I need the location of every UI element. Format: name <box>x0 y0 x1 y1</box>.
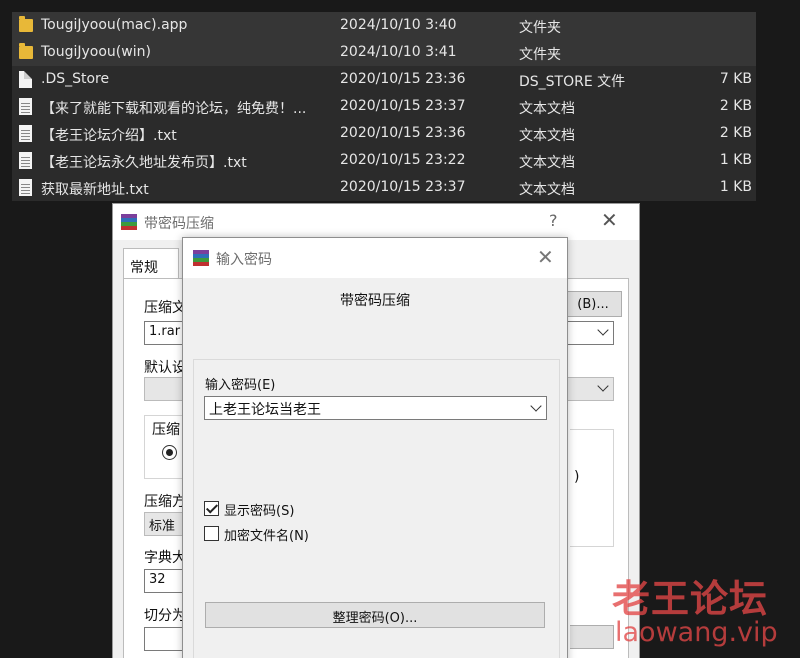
method-value: 标准 <box>149 519 176 534</box>
desktop-stage: TougiJyoou(mac).app 2024/10/10 3:40 文件夹 … <box>0 0 800 658</box>
winrar-icon <box>121 214 137 230</box>
help-button[interactable]: ? <box>549 211 558 230</box>
file-name: 【来了就能下载和观看的论坛，纯免费！... <box>41 101 307 117</box>
file-date: 2020/10/15 23:22 <box>340 152 466 168</box>
winrar-icon <box>193 250 209 266</box>
file-size: 7 KB <box>719 71 752 87</box>
enter-password-dialog: 输入密码 ✕ 带密码压缩 输入密码(E) 上老王论坛当老王 显示密码(S) 加密… <box>182 237 568 658</box>
file-row[interactable]: .DS_Store 2020/10/15 23:36 DS_STORE 文件 7… <box>12 66 756 93</box>
split-label: 切分为 <box>144 608 186 624</box>
file-date: 2024/10/10 3:40 <box>340 17 457 33</box>
file-date: 2020/10/15 23:36 <box>340 71 466 87</box>
file-date: 2024/10/10 3:41 <box>340 44 457 60</box>
show-password-label: 显示密码(S) <box>224 504 295 519</box>
file-type: 文件夹 <box>519 20 561 36</box>
file-row[interactable]: 【来了就能下载和观看的论坛，纯免费！... 2020/10/15 23:37 文… <box>12 93 756 120</box>
file-size: 1 KB <box>719 179 752 195</box>
archive-name-value: 1.rar <box>149 324 181 339</box>
file-name: 【老王论坛永久地址发布页】.txt <box>41 155 247 171</box>
password-dialog-title: 输入密码 <box>216 252 272 268</box>
file-row[interactable]: 【老王论坛介绍】.txt 2020/10/15 23:36 文本文档 2 KB <box>12 120 756 147</box>
radio-dot-icon <box>166 449 173 456</box>
file-row[interactable]: 获取最新地址.txt 2020/10/15 23:37 文本文档 1 KB <box>12 174 756 201</box>
chevron-down-icon <box>530 400 542 412</box>
file-date: 2020/10/15 23:37 <box>340 179 466 195</box>
watermark-url: laowang.vip <box>615 617 778 648</box>
format-rar-radio[interactable] <box>162 445 177 460</box>
password-label: 输入密码(E) <box>205 378 276 393</box>
archive-name-label: 压缩文 <box>144 300 186 316</box>
text-file-icon <box>19 152 32 169</box>
folder-icon <box>19 43 33 59</box>
default-settings-label: 默认设 <box>144 360 186 376</box>
format-group-label: 压缩 <box>152 419 180 439</box>
text-file-icon <box>19 125 32 142</box>
file-type: DS_STORE 文件 <box>519 74 626 90</box>
chevron-down-icon <box>597 380 609 392</box>
file-size: 1 KB <box>719 152 752 168</box>
file-name: TougiJyoou(mac).app <box>41 17 188 33</box>
password-dialog-heading: 带密码压缩 <box>340 293 410 309</box>
file-name: 【老王论坛介绍】.txt <box>41 128 177 144</box>
file-row[interactable]: TougiJyoou(mac).app 2024/10/10 3:40 文件夹 <box>12 12 756 39</box>
options-fragment-text: ) <box>574 469 580 485</box>
file-name: .DS_Store <box>41 71 110 87</box>
file-type: 文本文档 <box>519 182 575 198</box>
browse-button[interactable]: (B)... <box>564 291 622 317</box>
password-dialog-titlebar[interactable]: 输入密码 ✕ <box>183 238 567 278</box>
dialog-button-fragment[interactable] <box>570 625 614 649</box>
file-name: 获取最新地址.txt <box>41 182 149 198</box>
dictionary-label: 字典大 <box>144 550 186 566</box>
chevron-down-icon <box>597 324 609 336</box>
close-button[interactable]: ✕ <box>601 208 618 232</box>
file-date: 2020/10/15 23:37 <box>340 98 466 114</box>
close-button[interactable]: ✕ <box>537 245 554 269</box>
file-type: 文本文档 <box>519 155 575 171</box>
file-list: TougiJyoou(mac).app 2024/10/10 3:40 文件夹 … <box>12 12 756 201</box>
file-type: 文本文档 <box>519 101 575 117</box>
file-type: 文件夹 <box>519 47 561 63</box>
checkbox-checked-icon <box>204 501 219 516</box>
file-row[interactable]: TougiJyoou(win) 2024/10/10 3:41 文件夹 <box>12 39 756 66</box>
archive-dialog-titlebar[interactable]: 带密码压缩 ? ✕ <box>113 204 639 240</box>
encrypt-filenames-label: 加密文件名(N) <box>224 529 309 544</box>
method-label: 压缩方 <box>144 494 186 510</box>
file-icon <box>19 71 32 88</box>
file-size: 2 KB <box>719 98 752 114</box>
options-groupbox <box>570 429 614 547</box>
text-file-icon <box>19 98 32 115</box>
password-value: 上老王论坛当老王 <box>209 402 321 418</box>
password-input[interactable]: 上老王论坛当老王 <box>204 396 547 420</box>
file-row[interactable]: 【老王论坛永久地址发布页】.txt 2020/10/15 23:22 文本文档 … <box>12 147 756 174</box>
archive-dialog-title: 带密码压缩 <box>144 216 214 232</box>
folder-icon <box>19 16 33 32</box>
file-name: TougiJyoou(win) <box>41 44 151 60</box>
organize-passwords-button[interactable]: 整理密码(O)... <box>205 602 545 628</box>
watermark-title: 老王论坛 <box>612 577 769 621</box>
file-type: 文本文档 <box>519 128 575 144</box>
text-file-icon <box>19 179 32 196</box>
tab-general[interactable]: 常规 <box>123 248 179 278</box>
checkbox-unchecked-icon <box>204 526 219 541</box>
file-date: 2020/10/15 23:36 <box>340 125 466 141</box>
dictionary-value: 32 <box>149 572 166 587</box>
file-size: 2 KB <box>719 125 752 141</box>
